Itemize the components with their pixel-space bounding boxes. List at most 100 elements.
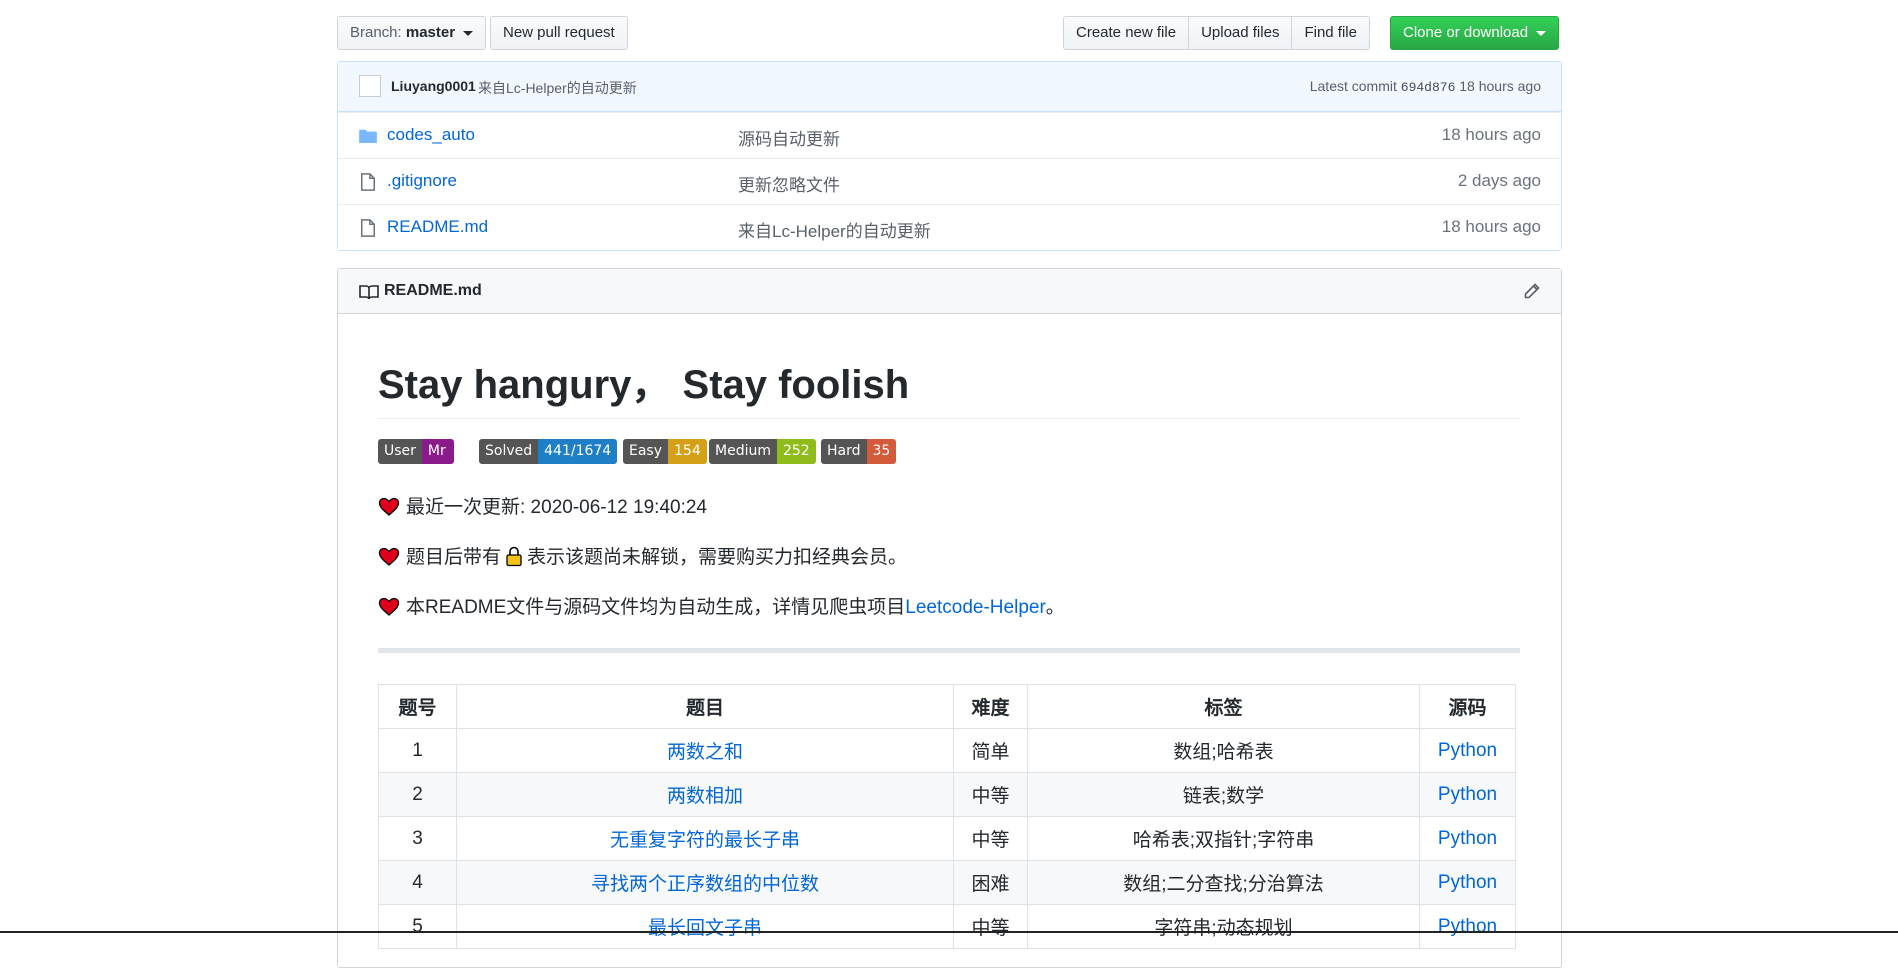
commit-sha[interactable]: 694d876 xyxy=(1401,80,1456,95)
commit-author[interactable]: Liuyang0001 xyxy=(391,78,476,94)
cell-difficulty: 简单 xyxy=(953,728,1028,773)
latest-commit-label: Latest commit xyxy=(1309,78,1397,94)
auto-gen-text-b: 。 xyxy=(1045,597,1065,618)
cell-tags: 字符串;动态规划 xyxy=(1027,904,1420,949)
header-title: 题目 xyxy=(456,684,954,729)
file-commit-message[interactable]: 来自Lc-Helper的自动更新 xyxy=(738,217,931,242)
file-navigation: Branch: master New pull request Create n… xyxy=(337,16,1562,52)
heart-icon xyxy=(378,547,400,566)
commit-message[interactable]: 来自Lc-Helper的自动更新 xyxy=(478,78,637,98)
badge-value: 35 xyxy=(866,439,897,464)
badge-value: 441/1674 xyxy=(538,439,618,464)
lock-note-text-a: 题目后带有 xyxy=(406,547,502,568)
code-link[interactable]: Python xyxy=(1438,916,1497,937)
cell-no: 3 xyxy=(378,816,457,861)
file-age: 18 hours ago xyxy=(1441,217,1541,236)
auto-gen-text-a: 本README文件与源码文件均为自动生成，详情见爬虫项目 xyxy=(406,597,906,618)
file-icon xyxy=(361,219,375,237)
branch-select-button[interactable]: Branch: master xyxy=(337,16,487,50)
heart-icon xyxy=(378,597,400,616)
code-link[interactable]: Python xyxy=(1438,740,1497,761)
problem-link[interactable]: 两数之和 xyxy=(667,742,743,763)
code-link[interactable]: Python xyxy=(1438,872,1497,893)
book-icon xyxy=(359,285,379,300)
table-row: 5 最长回文子串 中等 字符串;动态规划 Python xyxy=(378,904,1516,949)
pencil-icon[interactable] xyxy=(1523,282,1541,300)
cell-title: 两数之和 xyxy=(456,728,954,773)
cell-tags: 数组;二分查找;分治算法 xyxy=(1027,860,1420,905)
cell-tags: 数组;哈希表 xyxy=(1027,728,1420,773)
cell-code: Python xyxy=(1419,728,1516,773)
cell-no: 4 xyxy=(378,860,457,905)
file-commit-message[interactable]: 更新忽略文件 xyxy=(738,171,840,196)
branch-prefix: Branch: xyxy=(350,24,402,41)
file-row: README.md 来自Lc-Helper的自动更新 18 hours ago xyxy=(338,204,1561,250)
cell-code: Python xyxy=(1419,904,1516,949)
create-new-file-button[interactable]: Create new file xyxy=(1063,16,1190,50)
upload-files-button[interactable]: Upload files xyxy=(1188,16,1293,50)
code-link[interactable]: Python xyxy=(1438,828,1497,849)
badge-key: Easy xyxy=(623,439,669,464)
badge-value: 154 xyxy=(668,439,707,464)
clone-label: Clone or download xyxy=(1403,24,1529,41)
problem-table: 题号 题目 难度 标签 源码 1 两数之和 简单 数组;哈希表 Python 2… xyxy=(378,684,1516,949)
badge-hard[interactable]: Hard 35 xyxy=(821,439,897,464)
badge-user[interactable]: User Mr Liu xyxy=(378,439,455,464)
folder-icon xyxy=(359,129,377,143)
file-name[interactable]: codes_auto xyxy=(387,125,475,145)
table-row: 1 两数之和 简单 数组;哈希表 Python xyxy=(378,728,1516,773)
file-name[interactable]: .gitignore xyxy=(387,171,457,191)
update-line: 最近一次更新: 2020-06-12 19:40:24 xyxy=(378,492,707,519)
readme-box: README.md Stay hangury， Stay foolish Use… xyxy=(337,268,1562,968)
badge-key: Medium xyxy=(709,439,777,464)
clone-or-download-button[interactable]: Clone or download xyxy=(1390,16,1560,50)
cell-difficulty: 中等 xyxy=(953,904,1028,949)
commit-age: 18 hours ago xyxy=(1459,78,1541,94)
file-commit-message[interactable]: 源码自动更新 xyxy=(738,125,840,150)
problem-link[interactable]: 寻找两个正序数组的中位数 xyxy=(591,874,819,895)
badge-key: User xyxy=(378,439,422,464)
leetcode-helper-link[interactable]: Leetcode-Helper xyxy=(905,597,1045,618)
readme-header: README.md xyxy=(338,269,1561,314)
cell-no: 1 xyxy=(378,728,457,773)
problem-link[interactable]: 两数相加 xyxy=(667,786,743,807)
file-name[interactable]: README.md xyxy=(387,217,488,237)
cell-code: Python xyxy=(1419,772,1516,817)
caret-down-icon xyxy=(463,30,474,36)
cell-difficulty: 中等 xyxy=(953,816,1028,861)
caret-down-icon xyxy=(1536,30,1547,36)
auto-gen-line: 本README文件与源码文件均为自动生成，详情见爬虫项目Leetcode-Hel… xyxy=(378,592,1065,619)
cell-no: 2 xyxy=(378,772,457,817)
cell-title: 两数相加 xyxy=(456,772,954,817)
badge-key: Solved xyxy=(479,439,539,464)
cell-no: 5 xyxy=(378,904,457,949)
problem-link[interactable]: 无重复字符的最长子串 xyxy=(610,830,800,851)
badge-key: Hard xyxy=(821,439,867,464)
new-pull-request-button[interactable]: New pull request xyxy=(490,16,628,50)
find-file-button[interactable]: Find file xyxy=(1291,16,1370,50)
code-link[interactable]: Python xyxy=(1438,784,1497,805)
header-code: 源码 xyxy=(1419,684,1516,729)
problem-link[interactable]: 最长回文子串 xyxy=(648,918,762,939)
badge-medium[interactable]: Medium 252 xyxy=(709,439,816,464)
table-row: 3 无重复字符的最长子串 中等 哈希表;双指针;字符串 Python xyxy=(378,816,1516,861)
cell-title: 最长回文子串 xyxy=(456,904,954,949)
badge-value: Mr Liu xyxy=(421,439,455,464)
lock-note-line: 题目后带有 表示该题尚未解锁，需要购买力扣经典会员。 xyxy=(378,542,907,569)
file-actions-group: Create new file Upload files Find file xyxy=(1063,16,1370,50)
header-tags: 标签 xyxy=(1027,684,1420,729)
cell-tags: 哈希表;双指针;字符串 xyxy=(1027,816,1420,861)
cell-code: Python xyxy=(1419,816,1516,861)
cell-tags: 链表;数学 xyxy=(1027,772,1420,817)
avatar[interactable] xyxy=(359,75,381,97)
cell-title: 无重复字符的最长子串 xyxy=(456,816,954,861)
cell-difficulty: 困难 xyxy=(953,860,1028,905)
cell-code: Python xyxy=(1419,860,1516,905)
file-list: Liuyang0001 来自Lc-Helper的自动更新 Latest comm… xyxy=(337,61,1562,251)
lock-icon xyxy=(506,546,522,567)
badge-easy[interactable]: Easy 154 xyxy=(623,439,707,464)
badge-solved[interactable]: Solved 441/1674 xyxy=(479,439,618,464)
lock-note-text-b: 表示该题尚未解锁，需要购买力扣经典会员。 xyxy=(527,547,908,568)
file-row: .gitignore 更新忽略文件 2 days ago xyxy=(338,158,1561,204)
header-no: 题号 xyxy=(378,684,457,729)
